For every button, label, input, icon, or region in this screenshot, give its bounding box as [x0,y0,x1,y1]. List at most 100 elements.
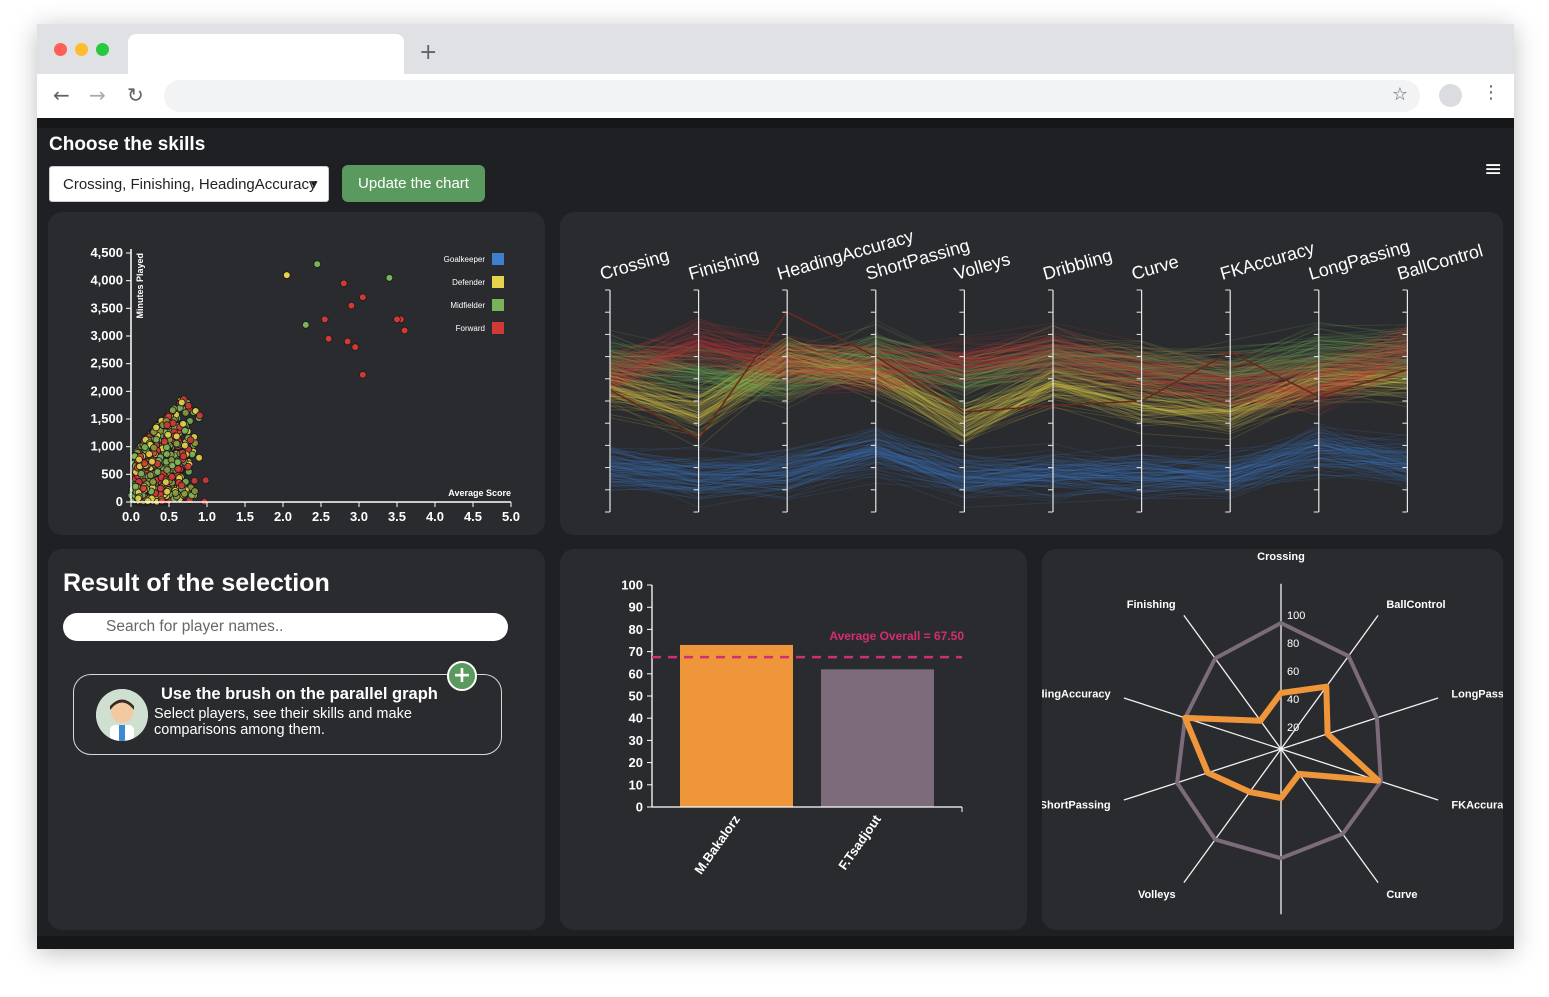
scatter-point [324,334,333,343]
radar-axis-label: BallControl [1386,599,1445,611]
scatter-point [163,466,171,474]
scatter-point [174,465,182,473]
scatter-point [186,436,195,444]
parallel-coordinates-chart[interactable]: Crossing Finishing HeadingAccuracyShortPas… [560,212,1503,535]
radar-spoke [1183,614,1282,750]
x-tick-label: 4.5 [464,509,482,524]
scatter-point [190,476,199,485]
scatter-point [180,489,189,498]
y-tick-label: 90 [629,600,643,615]
legend-swatch [492,322,504,334]
radar-ring-label: 100 [1287,610,1305,622]
bar [680,644,793,807]
legend-swatch [492,253,504,265]
scatter-point [135,455,143,464]
scatter-point [172,439,181,448]
scatter-point [158,497,166,505]
radar-axis-label: ShortPassing [1042,799,1111,811]
x-tick-label: 0.5 [160,509,178,524]
parallel-lines [609,317,1408,509]
parallel-axis-label: Dribbling [1041,245,1115,284]
scatter-point [163,421,171,429]
radar-axis-label: Volleys [1138,889,1176,901]
scatter-point [143,497,152,505]
scatter-point [184,462,192,471]
y-tick-label: 500 [101,466,123,481]
bar-category-label: F.Tsadjout [835,812,884,873]
x-tick-label: 5.0 [502,509,520,524]
x-axis-label: Average Score [448,488,511,498]
minimize-window-icon[interactable] [75,43,88,56]
skills-select[interactable]: Crossing, Finishing, HeadingAccuracy ▼ [49,166,329,202]
close-window-icon[interactable] [54,43,67,56]
radar-axis-label: Curve [1386,889,1417,901]
hamburger-menu-icon[interactable]: ≡ [1484,157,1502,182]
update-chart-button[interactable]: Update the chart [342,165,485,202]
y-tick-label: 1,500 [90,411,123,426]
scatter-panel: 0.0 0.5 1.0 1.5 2.0 2.5 3.0 3.5 4.0 4.5 5.0 0 500 1,0… [48,212,545,535]
scatter-point [148,457,156,466]
parallel-axis-label: LongPassing [1306,236,1412,284]
caret-down-icon: ▼ [308,177,320,191]
y-tick-label: 10 [629,777,643,792]
y-axis-label: Minutes Played [135,253,145,319]
address-bar[interactable]: ☆ [164,80,1420,112]
y-tick-label: 60 [629,666,643,681]
brush-hint-text: Select players, see their skills and mak… [154,706,412,738]
scatter-point [400,326,409,335]
scatter-point [385,274,394,282]
scatter-point [351,343,360,351]
scatter-point [162,450,171,458]
back-icon[interactable]: ← [53,83,70,107]
scatter-point [347,301,356,310]
scatter-point [179,420,187,428]
y-tick-label: 30 [629,733,643,748]
legend-label: Goalkeeper [444,255,486,264]
scatter-point [358,370,367,379]
y-tick-label: 4,500 [90,245,123,260]
radar-axis-label: HeadingAccuracy [1042,689,1111,701]
y-tick-label: 40 [629,711,643,726]
profile-avatar[interactable] [1439,84,1462,107]
scatter-point [393,315,401,324]
x-tick-label: 2.5 [312,509,330,524]
scatter-point [343,337,352,346]
radar-ring-label: 80 [1287,638,1299,650]
x-tick-label: 3.5 [388,509,406,524]
scatter-point [191,487,199,495]
scatter-point [152,423,160,432]
browser-menu-icon[interactable]: ⋮ [1482,82,1500,103]
scatter-point [152,435,161,444]
y-tick-label: 100 [621,578,643,593]
forward-icon[interactable]: → [89,83,106,107]
new-tab-icon[interactable]: + [419,40,437,65]
scatter-point [301,321,310,329]
scatter-point [164,431,172,439]
scatter-point [137,469,146,478]
skills-select-value: Crossing, Finishing, HeadingAccuracy [63,176,317,193]
x-tick-label: 1.0 [198,509,216,524]
dashboard: Choose the skills Crossing, Finishing, H… [37,128,1514,936]
scatter-point [131,482,140,491]
scatter-point [146,471,155,480]
radar-chart: 20 40 60 80 100 Crossing BallControl LongPassin… [1042,551,1503,915]
scatter-point [156,484,165,493]
scatter-point [181,441,189,450]
maximize-window-icon[interactable] [96,43,109,56]
player-search-input[interactable]: Search for player names.. [63,613,508,641]
legend-swatch [492,276,504,288]
bookmark-star-icon[interactable]: ☆ [1392,84,1408,105]
scatter-point [160,437,169,446]
browser-tab[interactable] [128,34,404,74]
scatter-point [173,458,182,466]
add-plus-icon[interactable]: + [447,661,477,691]
scatter-point [283,271,291,279]
reload-icon[interactable]: ↻ [127,83,144,107]
legend-label: Midfielder [450,301,485,310]
browser-toolbar: ← → ↻ ☆ ⋮ [37,74,1514,118]
brush-hint-card: Use the brush on the parallel graph Sele… [73,661,502,755]
scatter-point [313,260,322,268]
y-tick-label: 2,000 [90,383,123,398]
page-title: Choose the skills [49,134,206,155]
radar-axis-label: Finishing [1127,599,1176,611]
